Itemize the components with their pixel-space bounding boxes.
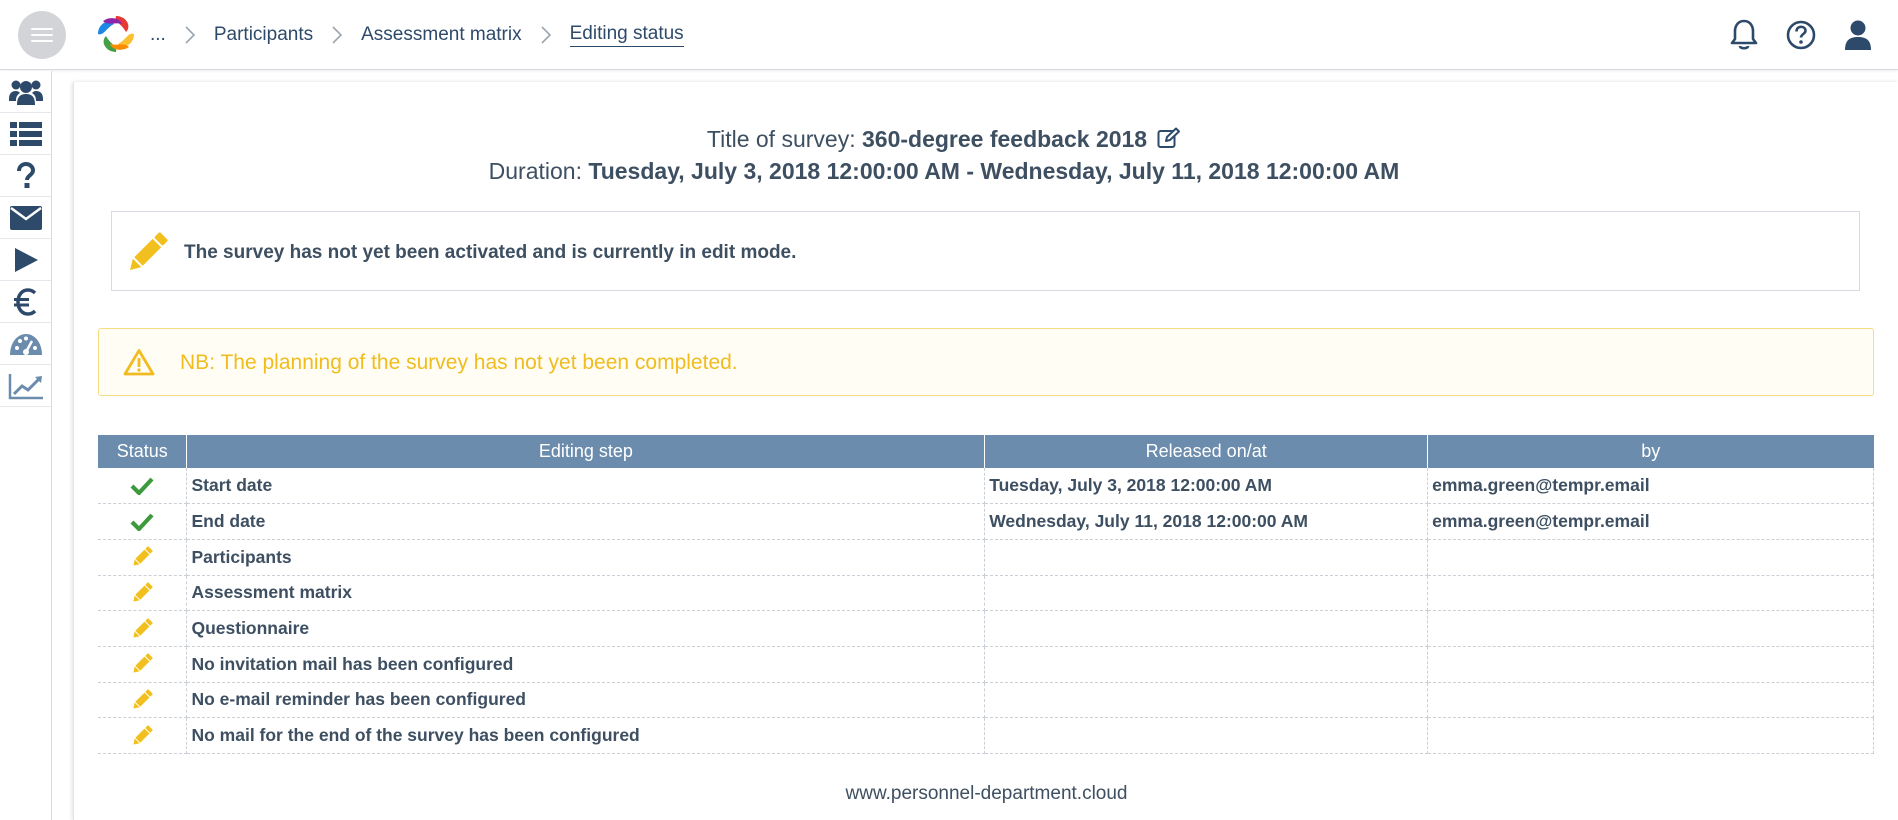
released-cell: Tuesday, July 3, 2018 12:00:00 AM bbox=[984, 468, 1429, 505]
table-row[interactable]: Participants bbox=[98, 539, 1874, 576]
survey-title-label: Title of survey: bbox=[706, 126, 862, 152]
hamburger-menu-button[interactable] bbox=[18, 11, 66, 59]
pencil-icon bbox=[130, 232, 168, 270]
warning-text: : The planning of the survey has not yet… bbox=[209, 351, 738, 374]
released-by-cell bbox=[1427, 539, 1874, 576]
released-cell bbox=[984, 575, 1429, 612]
column-header-released[interactable]: Released on/at bbox=[984, 435, 1429, 468]
dashboard-icon bbox=[9, 333, 42, 355]
column-header-editing-step[interactable]: Editing step bbox=[186, 435, 986, 468]
edit-icon[interactable] bbox=[1157, 127, 1181, 149]
warning-triangle-icon bbox=[123, 349, 155, 376]
table-row[interactable]: End date Wednesday, July 11, 2018 12:00:0… bbox=[98, 503, 1874, 540]
sidebar-item-dashboard[interactable] bbox=[0, 323, 51, 365]
status-cell bbox=[98, 503, 188, 540]
status-cell bbox=[98, 575, 188, 612]
status-cell bbox=[98, 646, 188, 683]
pencil-icon bbox=[133, 653, 153, 673]
table-row[interactable]: Assessment matrix bbox=[98, 575, 1874, 612]
status-cell bbox=[98, 717, 188, 754]
released-by-cell bbox=[1427, 610, 1874, 647]
line-chart-icon bbox=[8, 373, 43, 399]
editing-step-cell[interactable]: Questionnaire bbox=[186, 610, 986, 647]
edit-mode-message: The survey has not yet been activated an… bbox=[184, 242, 797, 263]
pencil-icon bbox=[133, 689, 153, 709]
hamburger-icon bbox=[31, 28, 53, 42]
survey-title: Title of survey: 360-degree feedback 201… bbox=[0, 126, 1888, 153]
breadcrumb-participants[interactable]: Participants bbox=[214, 24, 313, 46]
table-row[interactable]: No mail for the end of the survey has be… bbox=[98, 717, 1874, 754]
euro-icon bbox=[13, 287, 36, 316]
check-icon bbox=[130, 513, 154, 531]
editing-step-cell[interactable]: No e-mail reminder has been configured bbox=[186, 682, 986, 719]
sidebar-item-mail[interactable] bbox=[0, 197, 51, 239]
sidebar-item-run[interactable] bbox=[0, 239, 51, 281]
pencil-icon bbox=[133, 618, 153, 638]
released-by-cell: emma.green@tempr.email bbox=[1427, 468, 1874, 505]
released-by-cell bbox=[1427, 682, 1874, 719]
table-row[interactable]: No e-mail reminder has been configured bbox=[98, 682, 1874, 719]
status-cell bbox=[98, 468, 188, 505]
pencil-icon bbox=[133, 582, 153, 602]
planning-warning: NB: The planning of the survey has not y… bbox=[98, 328, 1874, 396]
app-logo-icon[interactable] bbox=[94, 12, 138, 56]
warning-prefix: NB bbox=[180, 351, 210, 374]
help-button[interactable] bbox=[1784, 18, 1818, 52]
sidebar-item-billing[interactable] bbox=[0, 281, 51, 323]
table-row[interactable]: Start date Tuesday, July 3, 2018 12:00:00… bbox=[98, 468, 1874, 505]
survey-duration-value: Tuesday, July 3, 2018 12:00:00 AM - Wedn… bbox=[588, 158, 1400, 184]
editing-step-cell[interactable]: End date bbox=[186, 503, 986, 540]
editing-step-cell[interactable]: Start date bbox=[186, 468, 986, 505]
status-cell bbox=[98, 539, 188, 576]
user-profile-button[interactable] bbox=[1841, 18, 1875, 52]
survey-duration: Duration: Tuesday, July 3, 2018 12:00:00… bbox=[0, 158, 1888, 185]
column-header-status[interactable]: Status bbox=[98, 435, 188, 468]
breadcrumb-ellipsis[interactable]: ... bbox=[150, 24, 166, 46]
play-icon bbox=[14, 247, 38, 272]
bell-icon bbox=[1730, 19, 1758, 50]
breadcrumb-editing-status[interactable]: Editing status bbox=[569, 23, 684, 47]
users-icon bbox=[8, 80, 43, 105]
breadcrumb-assessment-matrix[interactable]: Assessment matrix bbox=[361, 24, 521, 46]
user-icon bbox=[1845, 20, 1871, 50]
editing-steps-table: Status Editing step Released on/at by St… bbox=[98, 435, 1874, 754]
table-row[interactable]: No invitation mail has been configured bbox=[98, 646, 1874, 683]
sidebar-item-reports[interactable] bbox=[0, 365, 51, 407]
table-row[interactable]: Questionnaire bbox=[98, 610, 1874, 647]
released-cell bbox=[984, 610, 1429, 647]
released-by-cell: emma.green@tempr.email bbox=[1427, 503, 1874, 540]
released-by-cell bbox=[1427, 575, 1874, 612]
status-cell bbox=[98, 610, 188, 647]
editing-step-cell[interactable]: No invitation mail has been configured bbox=[186, 646, 986, 683]
question-circle-icon bbox=[1786, 20, 1816, 50]
editing-step-cell[interactable]: Participants bbox=[186, 539, 986, 576]
released-by-cell bbox=[1427, 717, 1874, 754]
editing-step-cell[interactable]: Assessment matrix bbox=[186, 575, 986, 612]
edit-mode-notice: The survey has not yet been activated an… bbox=[111, 211, 1860, 291]
top-bar: ... Participants Assessment matrix Editi… bbox=[0, 0, 1898, 70]
released-cell bbox=[984, 539, 1429, 576]
table-header-row: Status Editing step Released on/at by bbox=[98, 435, 1874, 468]
envelope-icon bbox=[9, 205, 42, 230]
pencil-icon bbox=[133, 546, 153, 566]
chevron-right-icon bbox=[541, 26, 551, 44]
editing-step-cell[interactable]: No mail for the end of the survey has be… bbox=[186, 717, 986, 754]
released-by-cell bbox=[1427, 646, 1874, 683]
released-cell bbox=[984, 717, 1429, 754]
chevron-right-icon bbox=[332, 26, 343, 44]
released-cell bbox=[984, 682, 1429, 719]
column-header-by[interactable]: by bbox=[1427, 435, 1874, 468]
released-cell bbox=[984, 646, 1429, 683]
check-icon bbox=[130, 477, 154, 495]
footer-url[interactable]: www.personnel-department.cloud bbox=[0, 783, 1898, 805]
sidebar-item-participants[interactable] bbox=[0, 71, 51, 113]
pencil-icon bbox=[133, 725, 153, 745]
breadcrumb: ... Participants Assessment matrix Editi… bbox=[150, 0, 684, 70]
notifications-button[interactable] bbox=[1727, 18, 1761, 52]
chevron-right-icon bbox=[185, 26, 195, 44]
survey-title-value: 360-degree feedback 2018 bbox=[861, 126, 1148, 152]
status-cell bbox=[98, 682, 188, 719]
survey-duration-label: Duration: bbox=[488, 158, 589, 184]
released-cell: Wednesday, July 11, 2018 12:00:00 AM bbox=[984, 503, 1429, 540]
